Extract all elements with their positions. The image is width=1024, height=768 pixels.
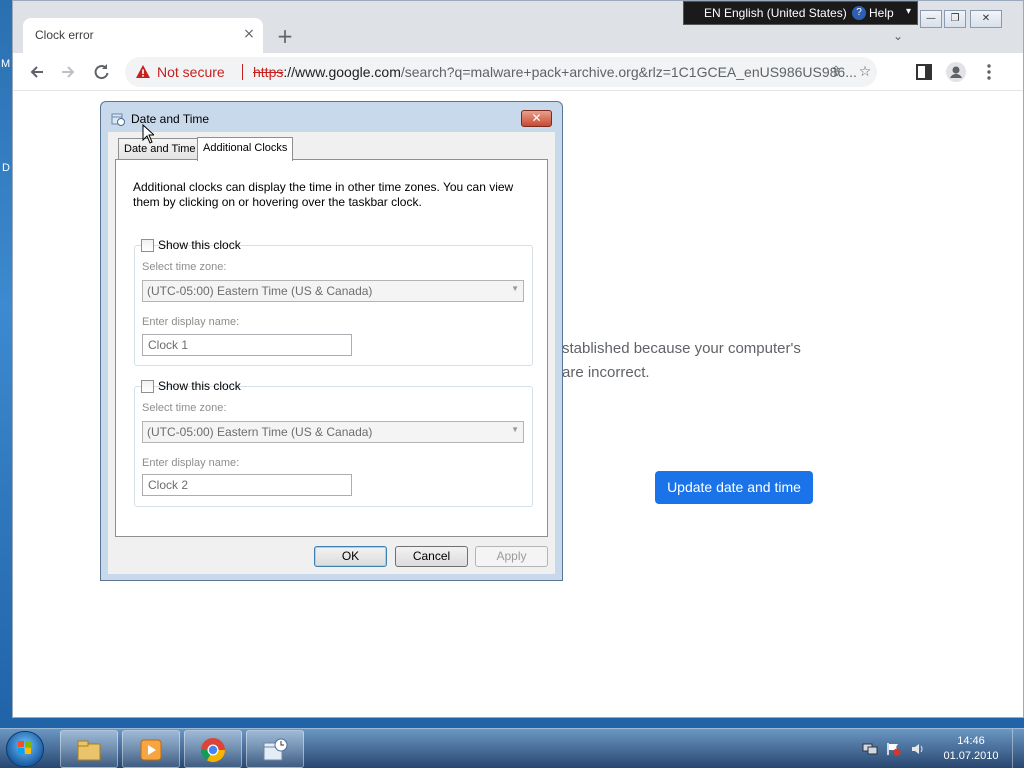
error-line: stablished because your computer's bbox=[562, 340, 801, 357]
date-time-dialog: Date and Time ✕ Date and Time Additional… bbox=[100, 101, 563, 581]
timezone-select-1[interactable]: (UTC-05:00) Eastern Time (US & Canada) ▼ bbox=[142, 280, 524, 302]
show-clock-2-checkbox[interactable] bbox=[141, 380, 154, 393]
menu-kebab-icon[interactable] bbox=[978, 61, 1000, 83]
panel-description: Additional clocks can display the time i… bbox=[133, 180, 514, 209]
taskbar-file-explorer[interactable] bbox=[60, 730, 118, 768]
media-player-icon bbox=[140, 739, 162, 761]
tab-date-and-time[interactable]: Date and Time bbox=[118, 138, 202, 160]
show-clock-label[interactable]: Show this clock bbox=[158, 379, 241, 393]
tab-clock-error[interactable]: Clock error × bbox=[23, 18, 263, 53]
clock-date: 01.07.2010 bbox=[943, 750, 999, 762]
tab-search-icon[interactable]: ⌄ bbox=[893, 29, 903, 43]
dialog-body: Date and Time Additional Clocks Addition… bbox=[108, 132, 555, 574]
timezone-label: Select time zone: bbox=[142, 261, 227, 273]
divider bbox=[242, 64, 243, 80]
new-tab-icon[interactable]: + bbox=[276, 26, 294, 46]
show-clock-label[interactable]: Show this clock bbox=[158, 238, 241, 252]
bookmark-star-icon[interactable]: ☆ bbox=[856, 63, 874, 81]
timezone-value: (UTC-05:00) Eastern Time (US & Canada) bbox=[147, 425, 373, 439]
folder-icon bbox=[77, 740, 101, 761]
help-label[interactable]: Help bbox=[869, 6, 894, 20]
chevron-down-icon: ▼ bbox=[511, 425, 519, 434]
show-clock-1-checkbox[interactable] bbox=[141, 239, 154, 252]
update-date-time-button[interactable]: Update date and time bbox=[655, 471, 813, 504]
window-close-button[interactable]: ✕ bbox=[970, 10, 1002, 28]
clock-time: 14:46 bbox=[957, 735, 985, 747]
url-path: /search?q=malware+pack+archive.org&rlz=1… bbox=[400, 64, 857, 80]
back-icon[interactable] bbox=[26, 61, 48, 83]
desktop-icon-label: M bbox=[1, 58, 11, 70]
calendar-clock-icon bbox=[111, 113, 125, 126]
network-icon[interactable] bbox=[862, 742, 878, 756]
cancel-button[interactable]: Cancel bbox=[395, 546, 468, 567]
timezone-value: (UTC-05:00) Eastern Time (US & Canada) bbox=[147, 284, 373, 298]
timezone-label: Select time zone: bbox=[142, 402, 227, 414]
mouse-cursor-icon bbox=[142, 124, 154, 144]
forward-icon[interactable] bbox=[57, 61, 79, 83]
language-indicator[interactable]: EN English (United States) bbox=[704, 6, 847, 20]
minimize-button[interactable]: — bbox=[920, 10, 942, 28]
additional-clocks-panel: Additional clocks can display the time i… bbox=[115, 159, 548, 537]
volume-icon[interactable] bbox=[910, 742, 926, 756]
help-icon[interactable]: ? bbox=[852, 6, 866, 20]
reload-icon[interactable] bbox=[90, 61, 112, 83]
chrome-icon bbox=[201, 738, 225, 763]
calendar-clock-icon bbox=[263, 738, 288, 761]
chevron-down-icon: ▼ bbox=[511, 284, 519, 293]
error-message: stablished because your computer's are i… bbox=[562, 337, 822, 385]
apply-button[interactable]: Apply bbox=[475, 546, 548, 567]
display-name-label: Enter display name: bbox=[142, 316, 240, 328]
language-bar: EN English (United States) ? Help ▾ bbox=[683, 1, 918, 25]
taskbar: 14:46 01.07.2010 bbox=[0, 728, 1024, 768]
url-text[interactable]: https://www.google.com/search?q=malware+… bbox=[253, 64, 857, 80]
start-button[interactable] bbox=[6, 731, 44, 767]
timezone-select-2[interactable]: (UTC-05:00) Eastern Time (US & Canada) ▼ bbox=[142, 421, 524, 443]
windows-logo-icon bbox=[18, 741, 31, 754]
show-desktop-button[interactable] bbox=[1012, 729, 1024, 768]
show-clock-2-row[interactable]: Show this clock bbox=[141, 379, 241, 395]
url-host: ://www.google.com bbox=[283, 64, 401, 80]
desktop-icon-label: D bbox=[2, 162, 10, 174]
tab-title: Clock error bbox=[35, 28, 94, 42]
url-scheme: https bbox=[253, 64, 284, 80]
taskbar-chrome[interactable] bbox=[184, 730, 242, 768]
ok-button[interactable]: OK bbox=[314, 546, 387, 567]
error-line: are incorrect. bbox=[562, 364, 650, 381]
display-name-input-1[interactable]: Clock 1 bbox=[142, 334, 352, 356]
show-clock-1-row[interactable]: Show this clock bbox=[141, 238, 241, 254]
taskbar-date-time-control-panel[interactable] bbox=[246, 730, 304, 768]
tab-additional-clocks[interactable]: Additional Clocks bbox=[197, 137, 294, 161]
restore-button[interactable]: ❐ bbox=[944, 10, 966, 28]
warning-icon[interactable] bbox=[135, 64, 151, 80]
clock-group-1: Show this clock Select time zone: (UTC-0… bbox=[134, 238, 533, 366]
profile-avatar-icon[interactable] bbox=[945, 61, 967, 83]
security-status[interactable]: Not secure bbox=[157, 64, 225, 80]
taskbar-clock[interactable]: 14:46 01.07.2010 bbox=[936, 734, 1006, 764]
close-icon[interactable]: × bbox=[241, 26, 257, 42]
taskbar-media-player[interactable] bbox=[122, 730, 180, 768]
display-name-label: Enter display name: bbox=[142, 457, 240, 469]
share-icon[interactable]: ⇪ bbox=[827, 63, 845, 81]
address-bar[interactable]: Not secure https://www.google.com/search… bbox=[125, 57, 877, 87]
dialog-close-button[interactable]: ✕ bbox=[521, 110, 552, 127]
action-center-icon[interactable] bbox=[886, 742, 902, 756]
clock-group-2: Show this clock Select time zone: (UTC-0… bbox=[134, 379, 533, 507]
display-name-input-2[interactable]: Clock 2 bbox=[142, 474, 352, 496]
language-bar-menu-icon[interactable]: ▾ bbox=[906, 6, 911, 17]
browser-toolbar: Not secure https://www.google.com/search… bbox=[13, 53, 1023, 91]
side-panel-icon[interactable] bbox=[913, 61, 935, 83]
